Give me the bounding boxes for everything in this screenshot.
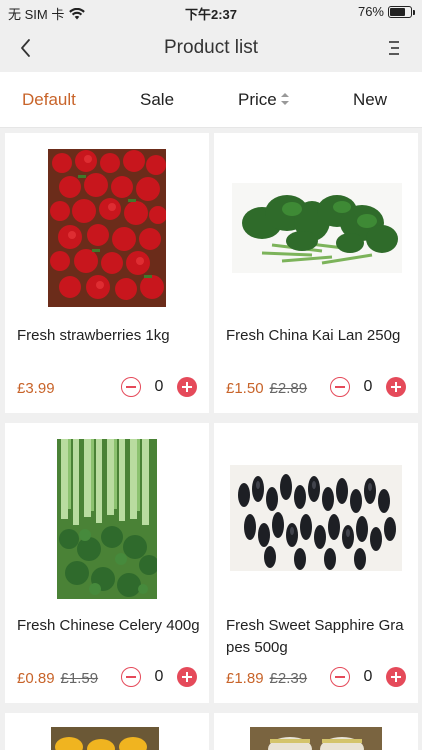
product-image-art: [250, 727, 382, 750]
product-name[interactable]: Fresh Chinese Celery 400g: [17, 615, 201, 637]
sort-tab-new[interactable]: New: [353, 90, 387, 110]
product-image[interactable]: [250, 727, 382, 750]
sort-arrows-icon: [280, 92, 289, 105]
kai-lan-image-art: [232, 183, 402, 273]
quantity-stepper: 0: [121, 377, 197, 397]
sort-tab-price-label: Price: [238, 90, 277, 109]
product-price: £3.99: [17, 380, 55, 397]
strawberries-image-art: [48, 149, 166, 307]
page-title: Product list: [164, 37, 258, 58]
quantity-value: 0: [154, 668, 164, 685]
minus-icon[interactable]: [330, 667, 350, 687]
sort-tab-sale[interactable]: Sale: [140, 90, 174, 110]
battery-icon: [388, 5, 415, 18]
strawberries-image[interactable]: [48, 149, 166, 307]
product-card[interactable]: Fresh Chinese Celery 400g £0.89 £1.59 0: [5, 423, 209, 703]
sort-tab-price[interactable]: Price: [238, 90, 289, 110]
quantity-stepper: 0: [330, 667, 406, 687]
battery-fill: [390, 7, 406, 16]
product-card[interactable]: [214, 713, 418, 750]
current-price: £3.99: [17, 380, 55, 397]
celery-image[interactable]: [57, 439, 157, 599]
status-right: 76%: [357, 4, 415, 19]
product-name[interactable]: Fresh strawberries 1kg: [17, 325, 201, 347]
product-name[interactable]: Fresh Sweet Sapphire Grapes 500g: [226, 615, 410, 659]
quantity-value: 0: [363, 378, 373, 395]
plus-icon[interactable]: [177, 667, 197, 687]
kai-lan-image[interactable]: [232, 183, 402, 273]
original-price: £1.59: [60, 670, 99, 687]
grapes-image[interactable]: [230, 465, 402, 571]
plus-icon[interactable]: [386, 667, 406, 687]
grapes-image-art: [230, 465, 402, 571]
product-card[interactable]: Fresh Sweet Sapphire Grapes 500g £1.89 £2…: [214, 423, 418, 703]
minus-icon[interactable]: [121, 667, 141, 687]
plus-icon[interactable]: [177, 377, 197, 397]
product-image[interactable]: [51, 727, 159, 750]
battery-percent: 76%: [357, 4, 384, 19]
quantity-stepper: 0: [330, 377, 406, 397]
quantity-value: 0: [154, 378, 164, 395]
minus-icon[interactable]: [121, 377, 141, 397]
quantity-value: 0: [363, 668, 373, 685]
minus-icon[interactable]: [330, 377, 350, 397]
product-price: £0.89 £1.59: [17, 670, 98, 687]
current-price: £1.89: [226, 670, 264, 687]
original-price: £2.89: [269, 380, 308, 397]
celery-image-art: [57, 439, 157, 599]
product-price: £1.89 £2.39: [226, 670, 307, 687]
product-name[interactable]: Fresh China Kai Lan 250g: [226, 325, 410, 347]
product-card[interactable]: Fresh strawberries 1kg £3.99 0: [5, 133, 209, 413]
status-bar: 无 SIM 卡 下午2:37 76%: [0, 0, 422, 24]
sort-tab-default[interactable]: Default: [22, 90, 76, 110]
product-image-art: [51, 727, 159, 750]
product-card[interactable]: Fresh China Kai Lan 250g £1.50 £2.89 0: [214, 133, 418, 413]
product-card[interactable]: [5, 713, 209, 750]
current-price: £0.89: [17, 670, 55, 687]
sort-bar: Default Sale Price New: [0, 72, 422, 128]
original-price: £2.39: [269, 670, 308, 687]
plus-icon[interactable]: [386, 377, 406, 397]
nav-bar: Product list: [0, 24, 422, 72]
list-menu-icon[interactable]: [384, 38, 404, 58]
quantity-stepper: 0: [121, 667, 197, 687]
current-price: £1.50: [226, 380, 264, 397]
product-price: £1.50 £2.89: [226, 380, 307, 397]
